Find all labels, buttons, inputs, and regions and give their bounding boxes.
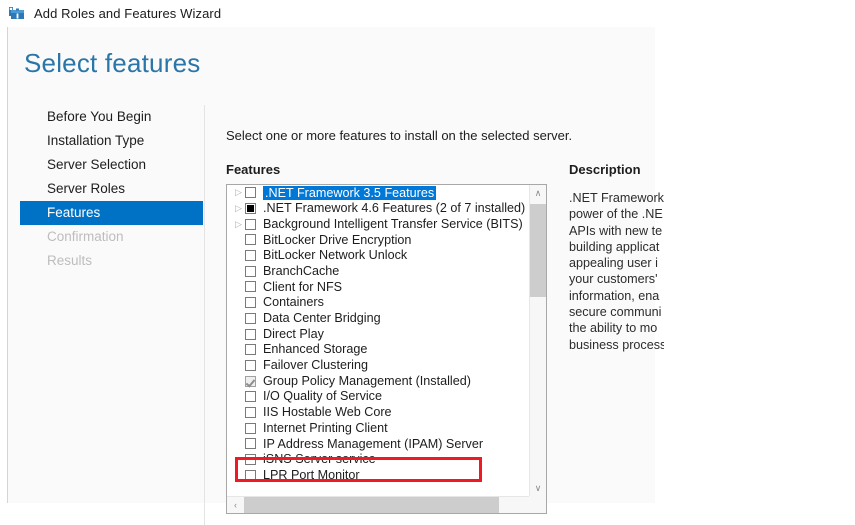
feature-label: .NET Framework 3.5 Features (263, 185, 437, 201)
feature-list-item[interactable]: BranchCache (227, 263, 530, 279)
feature-checkbox[interactable] (245, 312, 256, 324)
feature-list-item[interactable]: Failover Clustering (227, 358, 530, 374)
description-title: Description (569, 162, 641, 177)
intro-text: Select one or more features to install o… (226, 128, 573, 143)
feature-checkbox[interactable] (245, 359, 256, 371)
scrollbar-corner (529, 496, 546, 513)
feature-label: Containers (263, 295, 324, 310)
feature-label: LPR Port Monitor (263, 467, 360, 482)
feature-checkbox[interactable] (245, 297, 256, 309)
feature-label: IP Address Management (IPAM) Server (263, 436, 484, 451)
feature-label: IIS Hostable Web Core (263, 405, 392, 420)
feature-list-item[interactable]: I/O Quality of Service (227, 389, 530, 405)
feature-label: Group Policy Management (Installed) (263, 373, 471, 388)
feature-list-item[interactable]: BitLocker Network Unlock (227, 248, 530, 264)
feature-checkbox[interactable] (245, 234, 256, 246)
feature-checkbox[interactable] (245, 454, 256, 466)
feature-checkbox[interactable] (245, 422, 256, 434)
window-title-bar: Add Roles and Features Wizard (0, 0, 855, 27)
feature-label: I/O Quality of Service (263, 389, 382, 404)
features-horizontal-scrollbar[interactable]: ‹ › (227, 496, 546, 513)
feature-list-item[interactable]: ▷ .NET Framework 4.6 Features (2 of 7 ins… (227, 201, 530, 217)
scroll-up-icon[interactable]: ∧ (530, 185, 546, 202)
feature-list-item[interactable]: Direct Play (227, 326, 530, 342)
feature-checkbox[interactable] (245, 265, 256, 277)
feature-label: BitLocker Network Unlock (263, 248, 408, 263)
feature-list-item[interactable]: Data Center Bridging (227, 311, 530, 327)
feature-list-item[interactable]: Client for NFS (227, 279, 530, 295)
expand-arrow-icon[interactable]: ▷ (232, 219, 245, 229)
feature-label: Data Center Bridging (263, 311, 381, 326)
feature-list-item[interactable]: IP Address Management (IPAM) Server (227, 436, 530, 452)
sidebar-item-results: Results (47, 253, 93, 268)
feature-checkbox[interactable] (245, 406, 256, 418)
feature-label: Failover Clustering (263, 358, 368, 373)
sidebar-item-confirmation: Confirmation (47, 229, 124, 244)
feature-checkbox[interactable] (245, 344, 256, 356)
wizard-panel: Select features Before You Begin Install… (7, 27, 664, 525)
feature-label: iSNS Server service (263, 452, 376, 467)
feature-list-item[interactable]: iSNS Server service (227, 452, 530, 468)
features-vertical-scrollbar[interactable]: ∧ ∨ (529, 185, 546, 497)
feature-label: Background Intelligent Transfer Service … (263, 216, 523, 231)
scroll-down-icon[interactable]: ∨ (530, 480, 546, 497)
feature-list-item[interactable]: BitLocker Drive Encryption (227, 232, 530, 248)
features-tree-box[interactable]: ▷ .NET Framework 3.5 Features ▷ .NET Framew… (226, 184, 547, 514)
scroll-left-icon[interactable]: ‹ (227, 497, 244, 513)
feature-label: BranchCache (263, 263, 340, 278)
feature-list-item[interactable]: Containers (227, 295, 530, 311)
feature-list-item[interactable]: Enhanced Storage (227, 342, 530, 358)
sidebar-item-before-you-begin[interactable]: Before You Begin (20, 105, 200, 129)
feature-checkbox[interactable] (245, 281, 256, 293)
feature-checkbox[interactable] (245, 438, 256, 450)
page-title: Select features (24, 48, 201, 78)
vertical-scrollbar-thumb[interactable] (530, 204, 546, 297)
feature-list-item[interactable]: ▷ .NET Framework 3.5 Features (227, 185, 530, 201)
feature-label: Client for NFS (263, 279, 343, 294)
feature-list-item[interactable]: ▷ Background Intelligent Transfer Service… (227, 216, 530, 232)
wizard-step-nav: Before You Begin Installation Type Serve… (20, 105, 203, 273)
feature-checkbox[interactable] (245, 203, 256, 215)
description-pane: Description .NET Framework power of the … (569, 162, 664, 353)
features-label: Features (226, 162, 281, 177)
features-tree-list[interactable]: ▷ .NET Framework 3.5 Features ▷ .NET Framew… (227, 185, 530, 497)
feature-label: BitLocker Drive Encryption (263, 232, 412, 247)
feature-checkbox[interactable] (245, 469, 256, 481)
horizontal-scrollbar-thumb[interactable] (244, 497, 499, 513)
feature-checkbox[interactable] (245, 391, 256, 403)
toolbox-icon (9, 6, 26, 22)
expand-arrow-icon[interactable]: ▷ (232, 204, 245, 213)
sidebar-item-features[interactable]: Features (20, 201, 203, 225)
sidebar-item-installation-type[interactable]: Installation Type (20, 129, 200, 153)
feature-list-item[interactable]: IIS Hostable Web Core (227, 405, 530, 421)
expand-arrow-icon[interactable]: ▷ (232, 188, 245, 197)
sidebar-item-server-selection[interactable]: Server Selection (20, 153, 200, 177)
feature-checkbox[interactable] (245, 187, 256, 199)
feature-list-item[interactable]: LPR Port Monitor (227, 467, 530, 483)
feature-checkbox[interactable] (245, 250, 256, 262)
window-title: Add Roles and Features Wizard (34, 6, 222, 21)
feature-list-item[interactable]: Internet Printing Client (227, 420, 530, 436)
nav-divider (204, 105, 205, 525)
feature-label: Direct Play (263, 326, 324, 341)
feature-checkbox[interactable] (245, 218, 256, 230)
feature-list-item[interactable]: Group Policy Management (Installed) (227, 373, 530, 389)
description-body: .NET Framework power of the .NE APIs wit… (569, 191, 664, 352)
feature-label: Internet Printing Client (263, 420, 388, 435)
feature-checkbox[interactable] (245, 328, 256, 340)
sidebar-item-server-roles[interactable]: Server Roles (20, 177, 200, 201)
feature-checkbox (245, 375, 256, 387)
feature-label: Enhanced Storage (263, 342, 368, 357)
feature-label: .NET Framework 4.6 Features (2 of 7 inst… (263, 201, 526, 216)
